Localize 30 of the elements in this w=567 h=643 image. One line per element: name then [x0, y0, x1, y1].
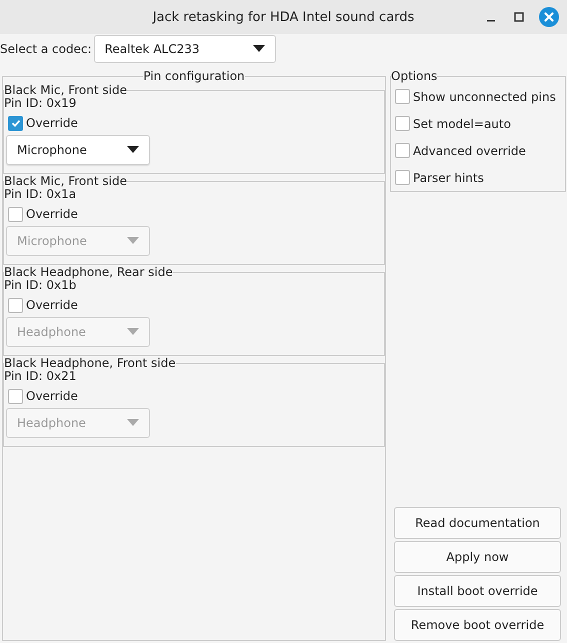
check-icon	[10, 117, 22, 129]
action-button[interactable]: Read documentation	[394, 507, 561, 539]
override-checkbox[interactable]: Override	[4, 113, 384, 133]
window-title: Jack retasking for HDA Intel sound cards	[152, 10, 414, 24]
codec-dropdown[interactable]: Realtek ALC233	[94, 35, 276, 63]
pin-id: Pin ID: 0x1b	[4, 278, 76, 293]
panel-title: Options	[391, 69, 438, 83]
pin-type-dropdown[interactable]: Microphone	[6, 135, 150, 165]
action-button[interactable]: Apply now	[394, 541, 561, 573]
caret-icon	[127, 328, 139, 336]
pin-id: Pin ID: 0x19	[4, 96, 78, 111]
caret-icon	[127, 237, 139, 245]
caret-icon	[127, 419, 139, 427]
pin-name: Black Headphone, Front side	[4, 356, 176, 370]
option-checkbox[interactable]: Parser hints	[391, 164, 565, 191]
caret-icon	[127, 146, 139, 154]
pin-name: Black Mic, Front side	[4, 174, 127, 188]
option-checkbox[interactable]: Set model=auto	[391, 110, 565, 137]
codec-label: Select a codec:	[0, 42, 92, 56]
caret-icon	[252, 45, 265, 53]
option-checkbox[interactable]: Show unconnected pins	[391, 83, 565, 110]
pin-id: Pin ID: 0x1a	[4, 186, 78, 202]
panel-title: Pin configuration	[143, 69, 245, 83]
pin-name: Black Mic, Front side	[4, 83, 127, 97]
option-checkbox[interactable]: Advanced override	[391, 137, 565, 164]
pin-id: Pin ID: 0x21	[4, 369, 76, 384]
action-button[interactable]: Install boot override	[394, 575, 561, 607]
pin-name: Black Headphone, Rear side	[4, 265, 173, 279]
action-button[interactable]: Remove boot override	[394, 609, 561, 641]
close-icon[interactable]	[539, 7, 559, 27]
